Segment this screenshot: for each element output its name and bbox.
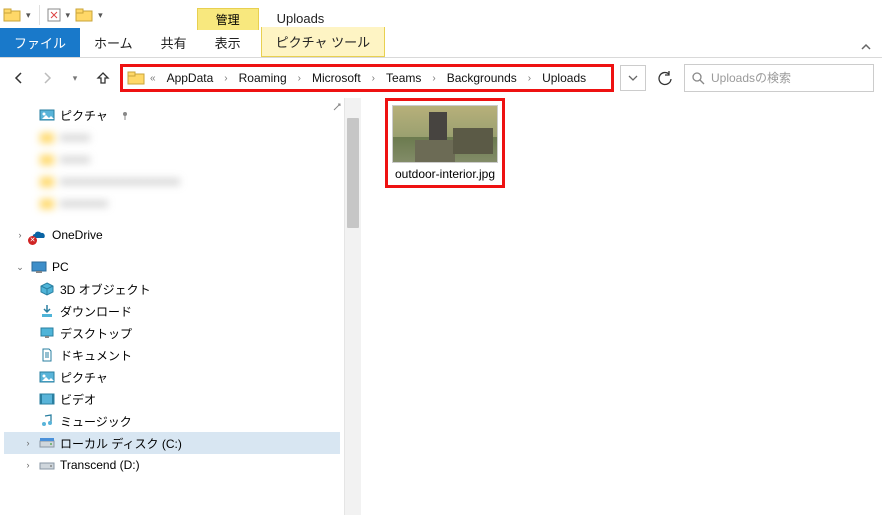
tree-twisty[interactable]: › [14, 230, 26, 240]
nav-recent-dropdown[interactable]: ▾ [64, 67, 86, 89]
tree-label: ローカル ディスク (C:) [60, 435, 182, 452]
picture-icon [39, 107, 55, 123]
tree-label: PC [52, 260, 69, 274]
qat-dropdown-2[interactable]: ▾ [64, 10, 73, 21]
tree-music[interactable]: ミュージック [4, 410, 340, 432]
address-bar: ▾ « AppData › Roaming › Microsoft › Team… [0, 58, 882, 98]
quick-access-toolbar: ▾ ▾ ▾ [0, 5, 107, 25]
pc-icon [31, 259, 47, 275]
tab-view[interactable]: 表示 [201, 28, 255, 57]
tab-share[interactable]: 共有 [147, 28, 201, 57]
chevron-right-icon[interactable]: › [525, 73, 534, 84]
scrollbar-vertical[interactable] [345, 98, 361, 515]
tab-picture-tools[interactable]: ピクチャ ツール [261, 27, 385, 57]
crumb-backgrounds[interactable]: Backgrounds [441, 69, 523, 87]
cube-icon [39, 281, 55, 297]
ribbon-expand-icon[interactable] [850, 37, 882, 57]
crumb-uploads[interactable]: Uploads [536, 69, 592, 87]
file-name: outdoor-interior.jpg [392, 167, 498, 181]
search-input[interactable] [711, 71, 867, 85]
nav-back-button[interactable] [8, 67, 30, 89]
file-thumbnail [392, 105, 498, 163]
tree-desktop[interactable]: デスクトップ [4, 322, 340, 344]
search-box[interactable] [684, 64, 874, 92]
chevron-right-icon[interactable]: › [221, 73, 230, 84]
picture-icon [39, 369, 55, 385]
context-tab-manage[interactable]: 管理 [197, 8, 259, 30]
tree-label: ミュージック [60, 413, 132, 430]
navigation-pane[interactable]: ピクチャ xxxxx xxxxx xxxxxxxxxxxxxxxxxxxx xx… [0, 98, 345, 515]
music-icon [39, 413, 55, 429]
chevron-right-icon[interactable]: › [429, 73, 438, 84]
onedrive-icon: ✕ [31, 227, 47, 243]
pin-icon [117, 107, 133, 123]
drive-icon [39, 435, 55, 451]
tree-documents[interactable]: ドキュメント [4, 344, 340, 366]
download-icon [39, 303, 55, 319]
file-item[interactable]: outdoor-interior.jpg [385, 98, 505, 188]
tree-label: Transcend (D:) [60, 458, 140, 472]
search-icon [691, 71, 705, 85]
tree-downloads[interactable]: ダウンロード [4, 300, 340, 322]
tree-item-blurred[interactable]: xxxxx [4, 148, 340, 170]
qat-separator [39, 5, 40, 25]
crumb-roaming[interactable]: Roaming [233, 69, 293, 87]
crumb-microsoft[interactable]: Microsoft [306, 69, 367, 87]
app-icon [2, 5, 22, 25]
contextual-tab-group: 管理 Uploads [197, 0, 343, 30]
document-icon [39, 347, 55, 363]
tree-label: ドキュメント [60, 347, 132, 364]
tree-twisty[interactable]: ⌄ [14, 262, 26, 273]
tree-label: ビデオ [60, 391, 96, 408]
qat-properties-icon[interactable] [46, 7, 62, 23]
tree-pictures-folder[interactable]: ピクチャ [4, 366, 340, 388]
tree-item-blurred[interactable]: xxxxxxxx [4, 192, 340, 214]
ribbon: ファイル ホーム 共有 表示 ピクチャ ツール [0, 30, 882, 58]
tree-pc[interactable]: ⌄ PC [4, 256, 340, 278]
tree-twisty[interactable]: › [22, 460, 34, 470]
tree-onedrive[interactable]: › ✕ OneDrive [4, 224, 340, 246]
breadcrumb[interactable]: « AppData › Roaming › Microsoft › Teams … [120, 64, 614, 92]
tree-label: ピクチャ [60, 107, 108, 124]
content-pane[interactable]: outdoor-interior.jpg [345, 98, 882, 515]
tree-item-blurred[interactable]: xxxxx [4, 126, 340, 148]
main-area: ピクチャ xxxxx xxxxx xxxxxxxxxxxxxxxxxxxx xx… [0, 98, 882, 515]
refresh-button[interactable] [652, 65, 678, 91]
qat-overflow[interactable]: ▾ [96, 10, 105, 21]
scrollbar-thumb[interactable] [347, 118, 359, 228]
nav-forward-button[interactable] [36, 67, 58, 89]
tab-file[interactable]: ファイル [0, 28, 80, 57]
video-icon [39, 391, 55, 407]
tree-label: ダウンロード [60, 303, 132, 320]
chevron-right-icon[interactable]: › [295, 73, 304, 84]
qat-open-icon[interactable] [74, 5, 94, 25]
title-bar: ▾ ▾ ▾ 管理 Uploads [0, 0, 882, 30]
crumb-teams[interactable]: Teams [380, 69, 427, 87]
tree-label: デスクトップ [60, 325, 132, 342]
tree-local-disk-c[interactable]: › ローカル ディスク (C:) [4, 432, 340, 454]
pin-icon[interactable] [332, 102, 342, 112]
tree-label: 3D オブジェクト [60, 281, 151, 298]
tree-videos[interactable]: ビデオ [4, 388, 340, 410]
tree-3d-objects[interactable]: 3D オブジェクト [4, 278, 340, 300]
breadcrumb-overflow[interactable]: « [147, 73, 159, 84]
tree-item-blurred[interactable]: xxxxxxxxxxxxxxxxxxxx [4, 170, 340, 192]
tab-home[interactable]: ホーム [80, 28, 147, 57]
nav-up-button[interactable] [92, 67, 114, 89]
drive-icon [39, 457, 55, 473]
breadcrumb-folder-icon [127, 69, 145, 87]
tree-transcend-d[interactable]: › Transcend (D:) [4, 454, 340, 476]
desktop-icon [39, 325, 55, 341]
tree-label: OneDrive [52, 228, 103, 242]
address-history-dropdown[interactable] [620, 65, 646, 91]
tree-twisty[interactable]: › [22, 438, 34, 448]
crumb-appdata[interactable]: AppData [161, 69, 220, 87]
tree-label: ピクチャ [60, 369, 108, 386]
tree-pictures[interactable]: ピクチャ [4, 104, 340, 126]
qat-dropdown-1[interactable]: ▾ [24, 10, 33, 21]
chevron-right-icon[interactable]: › [369, 73, 378, 84]
